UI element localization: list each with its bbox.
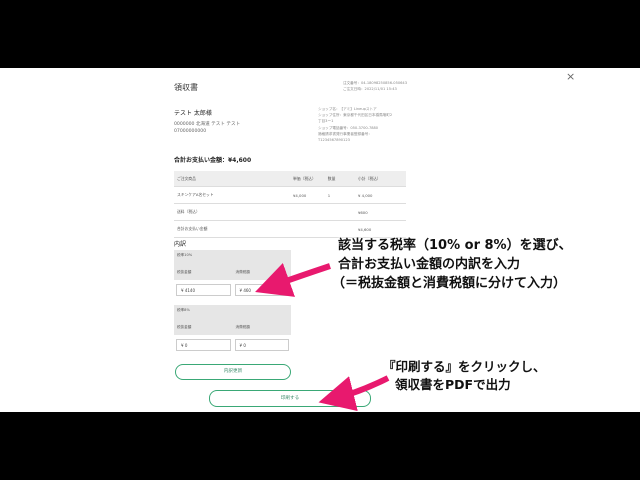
annotation-line: 『印刷する』をクリックし、 bbox=[383, 359, 546, 374]
arrow-to-tax-inputs bbox=[255, 262, 331, 297]
annotation-line: 合計お支払い金額の内訳を入力 bbox=[338, 257, 521, 272]
annotation-line: 該当する税率（10% or 8%）を選び、 bbox=[338, 238, 572, 253]
annotation-line: 領収書をPDFで出力 bbox=[395, 377, 511, 392]
annotation-tax-instruction: 該当する税率（10% or 8%）を選び、 合計お支払い金額の内訳を入力 （＝税… bbox=[332, 236, 572, 293]
arrow-to-print-button bbox=[318, 375, 390, 412]
annotation-print-instruction: 『印刷する』をクリックし、 領収書をPDFで出力 bbox=[383, 358, 546, 394]
annotation-line: （＝税抜金額と消費税額に分けて入力） bbox=[332, 276, 567, 291]
